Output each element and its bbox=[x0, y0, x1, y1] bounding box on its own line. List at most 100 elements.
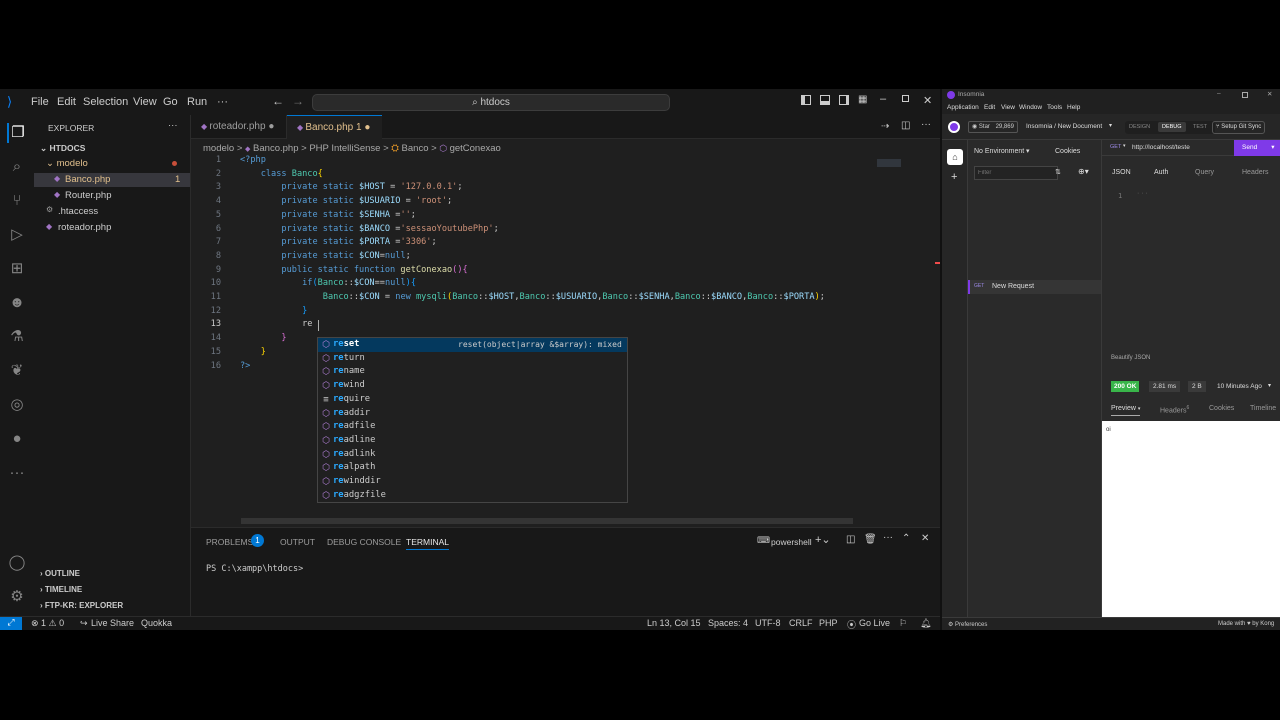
code-line[interactable]: } bbox=[240, 333, 286, 343]
code-line[interactable]: <?php bbox=[240, 155, 266, 165]
split-terminal-icon[interactable]: ◫ bbox=[846, 534, 855, 545]
preferences-button[interactable]: ⚙ Preferences bbox=[948, 621, 987, 628]
code-line[interactable]: Banco::$CON = new mysqli(Banco::$HOST,Ba… bbox=[240, 292, 825, 302]
source-control-icon[interactable]: ⑂ bbox=[7, 191, 27, 211]
kill-terminal-icon[interactable]: 🗑 bbox=[864, 534, 877, 545]
toggle-sidebar-icon[interactable] bbox=[801, 95, 811, 105]
document-breadcrumb[interactable]: Insomnia / New Document bbox=[1026, 123, 1102, 130]
insomnia-home-logo-icon[interactable] bbox=[948, 121, 960, 133]
menu-view[interactable]: View bbox=[133, 96, 157, 108]
suggestion-item[interactable]: ⬡ reset reset(object|array &$array): mixed bbox=[318, 338, 627, 352]
menu-run[interactable]: Run bbox=[187, 96, 207, 108]
send-button[interactable]: Send ▾ bbox=[1234, 140, 1280, 156]
folder-modelo[interactable]: ⌄ modelo bbox=[46, 158, 191, 169]
suggestion-item[interactable]: ⬡ rename bbox=[318, 365, 627, 379]
terminal-prompt[interactable]: PS C:\xampp\htdocs> bbox=[206, 564, 303, 574]
go-live-status[interactable]: Go Live bbox=[859, 618, 890, 628]
resp-tab-preview[interactable]: Preview ▾ bbox=[1111, 405, 1141, 416]
maximize-icon[interactable] bbox=[1242, 92, 1248, 98]
account-icon[interactable]: ◯ bbox=[7, 553, 27, 573]
resp-tab-timeline[interactable]: Timeline bbox=[1250, 405, 1276, 412]
close-panel-icon[interactable]: ✕ bbox=[921, 533, 929, 544]
horizontal-scrollbar[interactable] bbox=[241, 518, 853, 524]
menu-edit[interactable]: Edit bbox=[57, 96, 76, 108]
tab-query[interactable]: Query bbox=[1195, 169, 1214, 176]
close-icon[interactable]: ✕ bbox=[1267, 90, 1272, 98]
mode-test[interactable]: TEST bbox=[1193, 124, 1207, 130]
suggestion-item[interactable]: ⬡ readgzfile bbox=[318, 489, 627, 503]
code-line[interactable]: ?> bbox=[240, 361, 250, 371]
environment-selector[interactable]: No Environment bbox=[974, 148, 1024, 155]
mode-design[interactable]: DESIGN bbox=[1129, 124, 1150, 130]
indentation-status[interactable]: Spaces: 4 bbox=[708, 618, 748, 628]
eol-status[interactable]: CRLF bbox=[789, 618, 813, 628]
tab-problems[interactable]: PROBLEMS bbox=[206, 537, 253, 547]
code-line[interactable]: if(Banco::$CON==null){ bbox=[240, 278, 416, 288]
more-icon[interactable]: ··· bbox=[7, 463, 27, 483]
quokka-status[interactable]: Quokka bbox=[141, 618, 172, 628]
suggestion-item[interactable]: ⬡ rewinddir bbox=[318, 475, 627, 489]
minimize-icon[interactable]: – bbox=[1217, 90, 1221, 97]
tab-headers[interactable]: Headers bbox=[1242, 169, 1268, 176]
section-timeline[interactable]: › TIMELINE bbox=[40, 585, 82, 594]
breadcrumb-item[interactable]: getConexao bbox=[450, 143, 501, 154]
run-icon[interactable]: ⇢ bbox=[881, 121, 889, 132]
cursor-position[interactable]: Ln 13, Col 15 bbox=[647, 618, 701, 628]
code-line[interactable]: public static function getConexao(){ bbox=[240, 265, 467, 275]
file-roteador-php[interactable]: ◆ roteador.php bbox=[34, 221, 190, 235]
suggestion-item[interactable]: ⬡ readdir bbox=[318, 407, 627, 421]
code-line[interactable]: private static $USUARIO = 'root'; bbox=[240, 196, 452, 206]
breadcrumb-item[interactable]: Banco bbox=[402, 143, 429, 154]
suggestion-item[interactable]: ⬡ return bbox=[318, 352, 627, 366]
resp-tab-headers[interactable]: Headers6 bbox=[1160, 405, 1189, 414]
response-history-dropdown[interactable]: 10 Minutes Ago bbox=[1217, 383, 1262, 390]
encoding-status[interactable]: UTF-8 bbox=[755, 618, 781, 628]
alien-extension-icon[interactable]: ☻ bbox=[7, 293, 27, 313]
code-line[interactable]: } bbox=[240, 347, 266, 357]
home-icon[interactable]: ⌂ bbox=[947, 149, 963, 165]
layout-icon[interactable]: ▦ bbox=[858, 94, 867, 105]
resp-tab-cookies[interactable]: Cookies bbox=[1209, 405, 1234, 412]
explorer-icon[interactable]: ❐ bbox=[7, 123, 27, 143]
request-item[interactable]: GET New Request bbox=[968, 280, 1101, 294]
settings-gear-icon[interactable]: ⚙ bbox=[7, 587, 27, 607]
code-line[interactable]: private static $PORTA ='3306'; bbox=[240, 237, 436, 247]
suggestion-item[interactable]: ⬡ readlink bbox=[318, 448, 627, 462]
maximize-panel-icon[interactable]: ⌃ bbox=[902, 533, 910, 544]
suggestion-item[interactable]: ⬡ readline bbox=[318, 434, 627, 448]
notifications-bell-icon[interactable]: 🔔︎ bbox=[920, 618, 931, 629]
menu-more[interactable]: ··· bbox=[217, 96, 228, 108]
menu-file[interactable]: File bbox=[31, 96, 49, 108]
url-input[interactable]: http://localhost/teste bbox=[1132, 144, 1190, 151]
tab-roteador-php[interactable]: ◆ roteador.php ● bbox=[191, 115, 287, 139]
filter-input[interactable] bbox=[974, 166, 1058, 180]
flask-icon[interactable]: ⚗ bbox=[7, 327, 27, 347]
menu-view[interactable]: View bbox=[1001, 104, 1015, 111]
gitlens-icon[interactable]: ◎ bbox=[7, 395, 27, 415]
extensions-icon[interactable]: ⊞ bbox=[7, 259, 27, 279]
menu-edit[interactable]: Edit bbox=[984, 104, 995, 111]
new-terminal-icon[interactable]: +⌄ bbox=[815, 533, 831, 546]
run-debug-icon[interactable]: ▷ bbox=[7, 225, 27, 245]
file-banco-php[interactable]: ◆ Banco.php 1 bbox=[34, 173, 190, 187]
setup-git-sync-button[interactable]: ⑂ Setup Git Sync bbox=[1212, 121, 1266, 134]
tab-banco-php[interactable]: ◆ Banco.php 1 ● bbox=[287, 115, 382, 139]
close-icon[interactable]: ✕ bbox=[923, 94, 932, 107]
file-router-php[interactable]: ◆ Router.php bbox=[34, 189, 190, 203]
remote-indicator-icon[interactable]: ⤢ bbox=[0, 617, 22, 630]
minimap[interactable] bbox=[877, 159, 901, 167]
section-ftp-explorer[interactable]: › FTP-KR: EXPLORER bbox=[40, 601, 123, 610]
suggestion-item[interactable]: ≡ require bbox=[318, 393, 627, 407]
breadcrumb-item[interactable]: PHP IntelliSense bbox=[309, 143, 380, 154]
suggestion-item[interactable]: ⬡ rewind bbox=[318, 379, 627, 393]
leaf-icon[interactable]: ❦ bbox=[7, 361, 27, 381]
sort-icon[interactable]: ⇅ bbox=[1055, 168, 1061, 176]
search-icon[interactable]: ⌕ bbox=[7, 157, 27, 177]
panel-more-icon[interactable]: ··· bbox=[883, 532, 893, 543]
breadcrumb-item[interactable]: Banco.php bbox=[253, 143, 298, 154]
code-line[interactable]: private static $BANCO ='sessaoYoutubePhp… bbox=[240, 224, 498, 234]
cookies-button[interactable]: Cookies bbox=[1055, 148, 1080, 155]
minimize-icon[interactable]: – bbox=[880, 93, 886, 105]
tab-body-json[interactable]: JSON bbox=[1112, 169, 1131, 176]
toggle-panel-icon[interactable] bbox=[820, 95, 830, 105]
